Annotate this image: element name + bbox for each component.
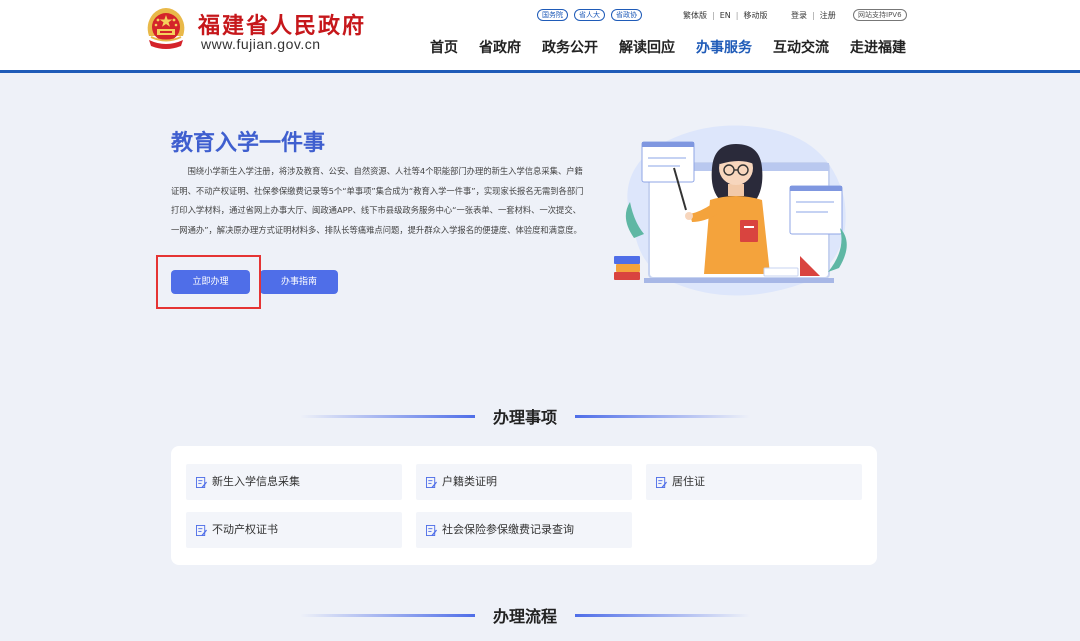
login-link[interactable]: 登录 xyxy=(791,10,807,21)
ipv6-area: 网站支持IPV6 xyxy=(853,8,913,22)
org-link-provincial-cppcc[interactable]: 省政协 xyxy=(611,9,642,21)
hero-description: 围绕小学新生入学注册，将涉及教育、公安、自然资源、人社等4个职能部门办理的新生入… xyxy=(171,166,584,235)
national-emblem-icon[interactable] xyxy=(143,6,189,54)
hero-title: 教育入学一件事 xyxy=(171,131,326,156)
items-section-title: 办理事项 xyxy=(492,408,557,427)
org-link-provincial-congress[interactable]: 省人大 xyxy=(574,9,605,21)
org-link-state-council[interactable]: 国务院 xyxy=(537,9,568,21)
items-section-header: 办理事项 xyxy=(300,404,750,428)
item-label: 户籍类证明 xyxy=(442,475,497,488)
item-label: 新生入学信息采集 xyxy=(212,475,300,488)
site-header: 福建省人民政府 www.fujian.gov.cn 国务院 省人大 省政协 繁体… xyxy=(0,0,1080,73)
item-social-insurance-record[interactable]: 社会保险参保缴费记录查询 xyxy=(416,512,632,548)
site-logo-url[interactable]: www.fujian.gov.cn xyxy=(201,36,321,52)
english-link[interactable]: EN xyxy=(720,11,731,20)
org-links: 国务院 省人大 省政协 xyxy=(537,8,648,22)
main-nav: 首页 省政府 政务公开 解读回应 办事服务 互动交流 走进福建 xyxy=(409,37,906,57)
item-label: 社会保险参保缴费记录查询 xyxy=(442,523,574,536)
item-label: 居住证 xyxy=(672,475,705,488)
account-links: 登录 | 注册 xyxy=(791,8,836,22)
nav-services[interactable]: 办事服务 xyxy=(696,37,752,57)
form-edit-icon xyxy=(426,525,437,536)
register-link[interactable]: 注册 xyxy=(820,10,836,21)
form-edit-icon xyxy=(196,477,207,488)
version-links: 繁体版 | EN | 移动版 xyxy=(683,8,767,22)
highlight-box xyxy=(156,255,261,309)
separator: | xyxy=(712,10,715,20)
traditional-chinese-link[interactable]: 繁体版 xyxy=(683,10,707,21)
item-student-info-collection[interactable]: 新生入学信息采集 xyxy=(186,464,402,500)
form-edit-icon xyxy=(656,477,667,488)
separator: | xyxy=(735,10,739,20)
form-edit-icon xyxy=(196,525,207,536)
nav-about-fujian[interactable]: 走进福建 xyxy=(850,37,906,57)
form-edit-icon xyxy=(426,477,437,488)
nav-interpretation[interactable]: 解读回应 xyxy=(619,37,675,57)
nav-interaction[interactable]: 互动交流 xyxy=(773,37,829,57)
nav-government-affairs[interactable]: 政务公开 xyxy=(542,37,598,57)
item-label: 不动产权证书 xyxy=(212,523,278,536)
item-property-certificate[interactable]: 不动产权证书 xyxy=(186,512,402,548)
item-household-certificate[interactable]: 户籍类证明 xyxy=(416,464,632,500)
service-guide-button[interactable]: 办事指南 xyxy=(260,270,338,294)
teacher-illustration xyxy=(614,125,847,296)
process-section-title: 办理流程 xyxy=(492,607,557,626)
separator: | xyxy=(812,10,815,20)
item-residence-permit[interactable]: 居住证 xyxy=(646,464,862,500)
mobile-version-link[interactable]: 移动版 xyxy=(743,10,767,21)
nav-provincial-government[interactable]: 省政府 xyxy=(479,37,521,57)
process-section-header: 办理流程 xyxy=(300,603,750,627)
items-card: 新生入学信息采集 户籍类证明 居住证 不动产权证书 社会保险参保缴费记录查询 xyxy=(171,446,877,565)
nav-home[interactable]: 首页 xyxy=(430,37,458,57)
ipv6-badge: 网站支持IPV6 xyxy=(853,9,907,21)
